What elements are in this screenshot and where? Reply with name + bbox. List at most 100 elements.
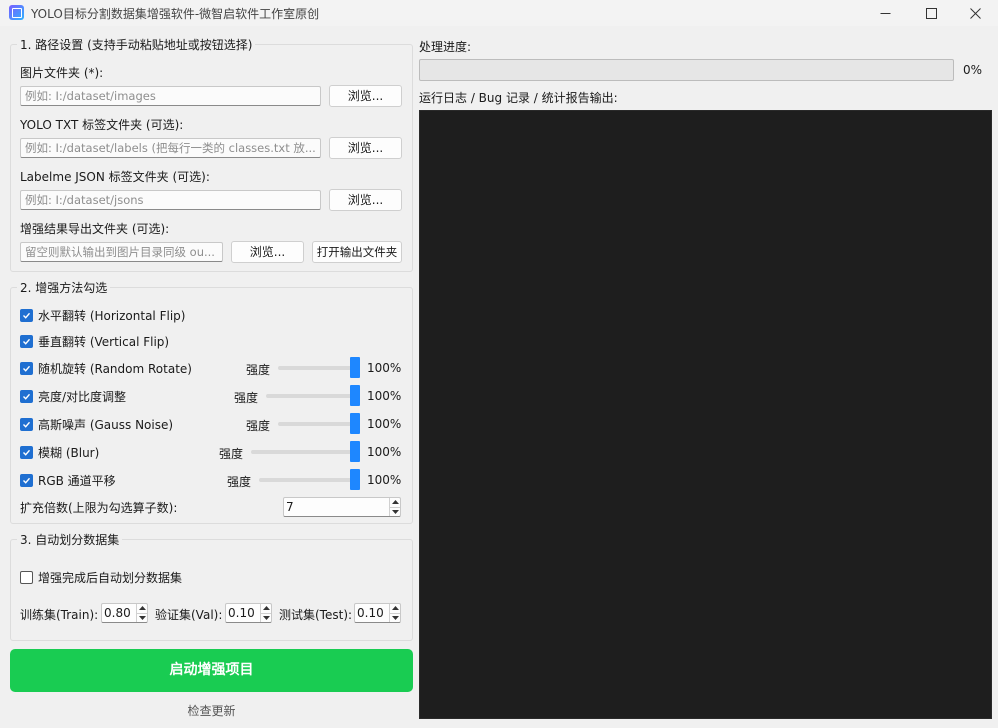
slider-thumb-rotate[interactable] — [350, 357, 360, 378]
images-folder-input[interactable] — [20, 86, 321, 106]
method-label: 高斯噪声 (Gauss Noise) — [38, 417, 174, 432]
strength-label-brightness: 强度 — [234, 391, 259, 405]
method-label: 随机旋转 (Random Rotate) — [38, 361, 192, 376]
output-browse-button[interactable]: 浏览... — [231, 241, 304, 263]
slider-track-blur[interactable] — [251, 450, 358, 454]
checkbox-blur[interactable] — [20, 445, 33, 459]
strength-label-blur: 强度 — [219, 447, 244, 461]
method-label: 垂直翻转 (Vertical Flip) — [38, 334, 170, 349]
progress-percent: 0% — [963, 63, 983, 77]
auto-split-row[interactable]: 增强完成后自动划分数据集 — [20, 568, 182, 586]
check-icon — [23, 421, 31, 428]
method-label: RGB 通道平移 — [38, 473, 116, 488]
slider-track-noise[interactable] — [278, 422, 358, 426]
method-row-vflip[interactable]: 垂直翻转 (Vertical Flip) — [20, 332, 169, 350]
slider-track-rotate[interactable] — [278, 366, 358, 370]
train-value: 0.80 — [104, 606, 131, 620]
json-browse-button[interactable]: 浏览... — [329, 189, 402, 211]
caret-up-icon — [262, 606, 270, 611]
log-output[interactable] — [419, 110, 992, 719]
method-label: 水平翻转 (Horizontal Flip) — [38, 308, 186, 323]
strength-label-rgb-shift: 强度 — [227, 475, 252, 489]
method-row-noise[interactable]: 高斯噪声 (Gauss Noise) — [20, 415, 173, 433]
strength-value-brightness: 100% — [367, 389, 402, 403]
spin-down-button[interactable] — [260, 613, 271, 622]
check-icon — [23, 477, 31, 484]
method-row-hflip[interactable]: 水平翻转 (Horizontal Flip) — [20, 306, 185, 324]
output-folder-label: 增强结果导出文件夹 (可选): — [20, 222, 170, 236]
slider-thumb-rgb-shift[interactable] — [350, 469, 360, 490]
title-bar: YOLO目标分割数据集增强软件-微智启软件工作室原创 — [0, 0, 998, 26]
multiplier-spinbox[interactable]: 7 — [283, 497, 401, 517]
split-title: 3. 自动划分数据集 — [17, 531, 123, 548]
images-folder-label: 图片文件夹 (*): — [20, 66, 104, 80]
slider-track-rgb-shift[interactable] — [259, 478, 358, 482]
val-label: 验证集(Val): — [155, 608, 223, 622]
checkbox-vflip[interactable] — [20, 334, 33, 348]
method-row-rotate[interactable]: 随机旋转 (Random Rotate) — [20, 359, 192, 377]
strength-value-noise: 100% — [367, 417, 402, 431]
minimize-icon — [880, 12, 890, 14]
auto-split-label: 增强完成后自动划分数据集 — [38, 570, 183, 585]
slider-track-brightness[interactable] — [266, 394, 358, 398]
yolo-folder-label: YOLO TXT 标签文件夹 (可选): — [20, 118, 184, 132]
method-label: 模糊 (Blur) — [38, 445, 100, 460]
test-label: 测试集(Test): — [279, 608, 353, 622]
multiplier-label: 扩充倍数(上限为勾选算子数): — [20, 501, 178, 515]
strength-value-rotate: 100% — [367, 361, 402, 375]
spin-down-button[interactable] — [389, 613, 400, 622]
method-row-blur[interactable]: 模糊 (Blur) — [20, 443, 99, 461]
slider-thumb-noise[interactable] — [350, 413, 360, 434]
checkbox-noise[interactable] — [20, 417, 33, 431]
path-settings-title: 1. 路径设置 (支持手动粘贴地址或按钮选择) — [17, 36, 256, 53]
checkbox-hflip[interactable] — [20, 308, 33, 322]
strength-value-rgb-shift: 100% — [367, 473, 402, 487]
split-group: 3. 自动划分数据集 — [10, 531, 413, 641]
app-icon — [9, 5, 24, 20]
yolo-browse-button[interactable]: 浏览... — [329, 137, 402, 159]
strength-label-noise: 强度 — [246, 419, 271, 433]
train-spinbox[interactable]: 0.80 — [101, 603, 148, 623]
auto-split-checkbox[interactable] — [20, 570, 33, 584]
open-output-folder-button[interactable]: 打开输出文件夹 — [312, 241, 402, 263]
slider-thumb-brightness[interactable] — [350, 385, 360, 406]
images-browse-button[interactable]: 浏览... — [329, 85, 402, 107]
val-spinbox[interactable]: 0.10 — [225, 603, 272, 623]
maximize-button[interactable] — [908, 0, 954, 26]
method-row-rgb-shift[interactable]: RGB 通道平移 — [20, 471, 116, 489]
spin-up-button[interactable] — [389, 498, 400, 508]
spin-up-button[interactable] — [260, 604, 271, 614]
check-icon — [23, 365, 31, 372]
maximize-icon — [925, 7, 937, 19]
check-icon — [23, 312, 31, 319]
train-label: 训练集(Train): — [20, 608, 99, 622]
start-augmentation-button[interactable]: 启动增强项目 — [10, 649, 413, 692]
method-row-brightness[interactable]: 亮度/对比度调整 — [20, 387, 126, 405]
methods-title: 2. 增强方法勾选 — [17, 279, 111, 296]
slider-thumb-blur[interactable] — [350, 441, 360, 462]
json-folder-label: Labelme JSON 标签文件夹 (可选): — [20, 170, 210, 184]
checkbox-rgb-shift[interactable] — [20, 473, 33, 487]
check-icon — [23, 393, 31, 400]
test-spinbox[interactable]: 0.10 — [354, 603, 401, 623]
close-button[interactable] — [952, 0, 998, 26]
minimize-button[interactable] — [862, 0, 908, 26]
spin-down-button[interactable] — [389, 507, 400, 516]
check-icon — [23, 449, 31, 456]
window-title: YOLO目标分割数据集增强软件-微智启软件工作室原创 — [31, 7, 320, 21]
spin-up-button[interactable] — [136, 604, 147, 614]
val-value: 0.10 — [228, 606, 255, 620]
strength-value-blur: 100% — [367, 445, 402, 459]
multiplier-value: 7 — [286, 500, 294, 514]
check-icon — [23, 338, 31, 345]
spin-up-button[interactable] — [389, 604, 400, 614]
caret-down-icon — [391, 615, 399, 620]
output-folder-input[interactable] — [20, 242, 223, 262]
caret-down-icon — [262, 615, 270, 620]
check-update-link[interactable]: 检查更新 — [10, 702, 413, 719]
checkbox-brightness[interactable] — [20, 389, 33, 403]
json-folder-input[interactable] — [20, 190, 321, 210]
yolo-folder-input[interactable] — [20, 138, 321, 158]
spin-down-button[interactable] — [136, 613, 147, 622]
checkbox-rotate[interactable] — [20, 361, 33, 375]
